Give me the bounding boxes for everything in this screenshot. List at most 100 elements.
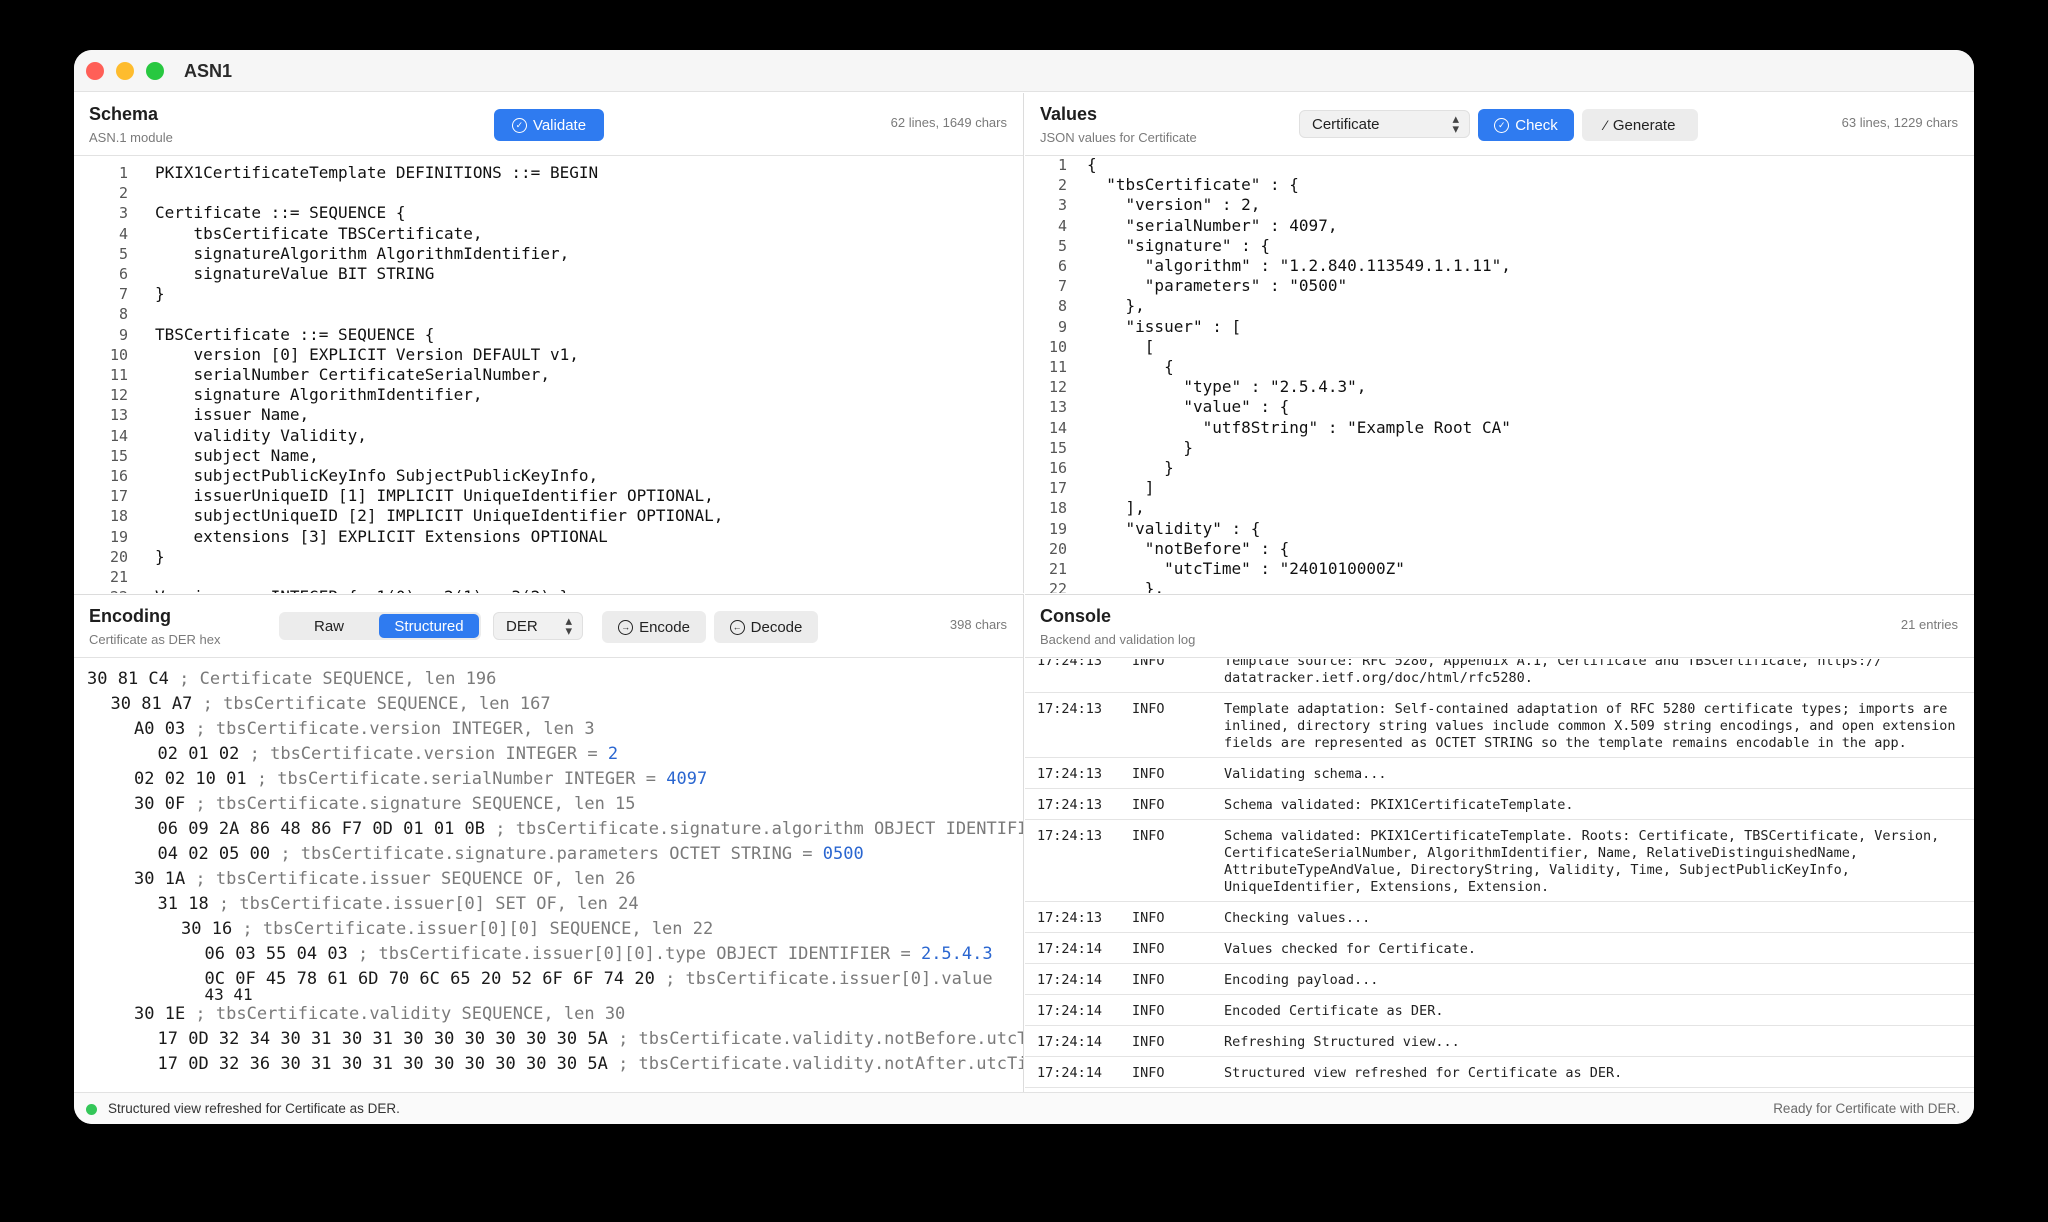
code-text: serialNumber CertificateSerialNumber, [155,365,550,384]
log-entry: 17:24:14 INFO Refreshing Structured view..… [1025,1026,1974,1057]
code-line: 2 "tbsCertificate" : { [1025,175,1974,195]
log-message: Template source: RFC 5280, Appendix A.1,… [1224,659,1883,686]
encoding-line: 06 09 2A 86 48 86 F7 0D 01 01 0B ; tbsCe… [158,817,1024,842]
code-text: ] [1087,478,1155,498]
line-number: 7 [118,285,128,304]
generate-button[interactable]: ⁄ Generate [1582,109,1698,141]
log-level: INFO [1132,1003,1165,1019]
encoding-line: A0 03 ; tbsCertificate.version INTEGER, … [134,717,595,742]
values-editor[interactable]: 1{2 "tbsCertificate" : {3 "version" : 2,… [1025,157,1974,593]
log-time: 17:24:13 [1037,766,1103,782]
log-message: Checking values... [1224,910,1371,926]
encoding-comment: ; tbsCertificate.validity SEQUENCE, len … [185,1004,626,1024]
line-number: 6 [118,265,128,283]
raw-mode-tab[interactable]: Raw [281,614,377,638]
line-number: 10 [1048,337,1067,356]
checkmark-circle-icon: ✓ [1494,117,1510,133]
code-line: 16 subjectPublicKeyInfo SubjectPublicKey… [74,466,1023,486]
log-message: Structured view refreshed for Certificat… [1224,1065,1623,1081]
code-line: 20} [74,547,1023,567]
code-line: 16 } [1025,458,1974,478]
code-text: }, [1087,579,1165,593]
status-ready: Ready for Certificate with DER. [1773,1101,1960,1116]
type-select[interactable]: Certificate ▴ ▾ [1299,110,1470,138]
line-number: 15 [109,446,128,465]
encoding-comment: ; tbsCertificate.issuer[0][0] SEQUENCE, … [232,919,714,939]
code-text: [ [1087,336,1155,356]
code-line: 7 "parameters" : "0500" [1025,276,1974,296]
values-title: Values [1040,104,1098,124]
code-line: 2 [74,183,1023,203]
encoding-bytes: 02 02 10 01 [134,769,247,789]
log-level: INFO [1132,1065,1165,1081]
line-number: 8 [1057,297,1067,316]
code-line: 7} [74,284,1023,304]
log-message: Validating schema... [1224,766,1387,782]
line-number: 3 [1057,196,1067,215]
structured-mode-tab[interactable]: Structured [379,614,479,638]
code-line: 19 "validity" : { [1025,519,1974,539]
line-number: 20 [109,547,128,566]
log-time: 17:24:14 [1037,1003,1103,1019]
code-line: 6 "algorithm" : "1.2.840.113549.1.1.11", [1025,256,1974,276]
values-pane: Values JSON values for Certificate Certi… [1025,93,1974,593]
code-line: 9 TBSCertificate ::= SEQUENCE { [74,325,1023,345]
encoding-header: Encoding Certificate as DER hex Raw Stru… [74,595,1023,658]
log-time: 17:24:13 [1037,659,1103,669]
validate-button[interactable]: ✓ Validate [494,109,604,141]
line-number: 10 [109,345,128,364]
schema-subtitle: ASN.1 module [89,130,173,145]
encoding-bytes: 17 0D 32 34 30 31 30 31 30 30 30 30 30 3… [157,1029,608,1049]
updown-chevron-icon: ▴ ▾ [565,613,572,638]
values-stats: 63 lines, 1229 chars [1841,115,1958,130]
log-level: INFO [1132,1034,1165,1050]
log-entry: 17:24:14 INFO Values checked for Certifica… [1025,933,1974,964]
log-message: Refreshing Structured view... [1224,1034,1460,1050]
close-window-button[interactable] [86,62,104,80]
code-line: 18 subjectUniqueID [2] IMPLICIT UniqueId… [74,506,1023,526]
code-line: 6 signatureValue BIT STRING [74,264,1023,284]
decode-label: Decode [750,618,803,636]
code-line: 12 signature AlgorithmIdentifier, [74,385,1023,405]
encoding-view[interactable]: 30 81 C4 ; Certificate SEQUENCE, len 196… [74,659,1023,1092]
log-entry: 17:24:14 INFO Encoding payload... [1025,964,1974,995]
code-text: "version" : 2, [1087,195,1261,215]
console-log[interactable]: 17:24:13 INFO Template source: RFC 5280, A… [1025,659,1974,1092]
check-button[interactable]: ✓ Check [1478,109,1574,141]
log-message: Template adaptation: Self-contained adap… [1224,701,1956,751]
code-line: 21 [74,567,1023,587]
log-message: Schema validated: PKIX1CertificateTempla… [1224,797,1574,813]
code-line: 11 serialNumber CertificateSerialNumber, [74,365,1023,385]
code-text: } [155,284,165,304]
code-line: 18 ], [1025,498,1974,518]
zoom-window-button[interactable] [146,62,164,80]
code-line: 5 signatureAlgorithm AlgorithmIdentifier… [74,244,1023,264]
encoding-line: 17 0D 32 36 30 31 30 31 30 30 30 30 30 3… [158,1052,1024,1077]
encoding-bytes: 04 02 05 00 [157,844,271,864]
minimize-window-button[interactable] [116,62,134,80]
code-line: 1{ [1025,157,1974,175]
arrow-left-circle-icon: ← [729,619,745,635]
format-select[interactable]: DER ▴ ▾ [493,612,583,640]
schema-editor[interactable]: 1 PKIX1CertificateTemplate DEFINITIONS ::… [74,157,1023,593]
encode-button[interactable]: → Encode [602,611,706,643]
code-text: "type" : "2.5.4.3", [1087,377,1367,397]
code-line: 17 issuerUniqueID [1] IMPLICIT UniqueIde… [74,486,1023,506]
encoding-comment: ; tbsCertificate.validity.notBefore.utcT… [607,1029,1023,1049]
code-line: 10 [ [1025,337,1974,357]
console-subtitle: Backend and validation log [1040,632,1196,647]
log-entry: 17:24:13 INFO Validating schema... [1025,758,1974,789]
code-text: "tbsCertificate" : { [1087,175,1299,195]
status-indicator-icon [86,1104,97,1115]
code-line: 15 subject Name, [74,446,1023,466]
encoding-value: 0500 [822,844,864,864]
encoding-value: 4097 [666,769,708,789]
decode-button[interactable]: ← Decode [714,611,818,643]
log-entry: 17:24:14 INFO Structured view refreshed fo… [1025,1057,1974,1088]
line-number: 21 [109,568,128,586]
encoding-bytes: 30 16 [181,919,233,939]
code-text: } [155,546,165,566]
code-line: 8 [74,304,1023,324]
encoding-line: 30 0F ; tbsCertificate.signature SEQUENC… [134,792,636,817]
code-text: "serialNumber" : 4097, [1087,215,1338,235]
